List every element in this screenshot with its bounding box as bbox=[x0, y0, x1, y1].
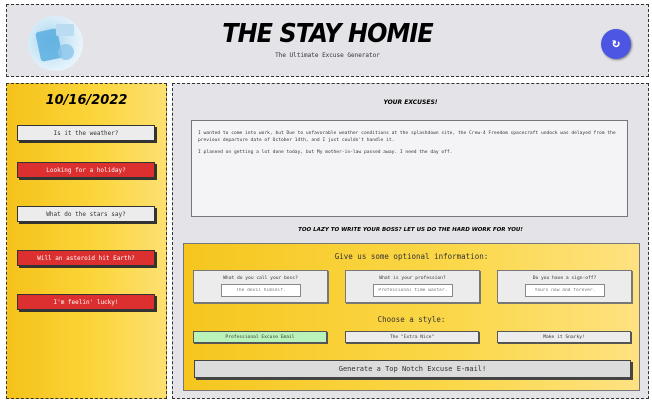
excuse-output: I wanted to come into work, but Due to u… bbox=[191, 120, 628, 217]
email-options-panel: Give us some optional information: What … bbox=[183, 243, 640, 391]
main-panel: YOUR EXCUSES! I wanted to come into work… bbox=[172, 83, 649, 399]
boss-name-input[interactable] bbox=[221, 284, 301, 297]
excuse-text: I wanted to come into work, but Due to u… bbox=[198, 131, 616, 143]
sign-off-card: Do you have a sign-off? bbox=[497, 270, 632, 303]
refresh-icon: ↻ bbox=[612, 36, 620, 51]
header: THE STAY HOMIE The Ultimate Excuse Gener… bbox=[6, 4, 649, 77]
asteroid-button[interactable]: Will an asteroid hit Earth? bbox=[17, 250, 155, 266]
feeling-lucky-button[interactable]: I'm feelin' lucky! bbox=[17, 294, 155, 310]
weather-button[interactable]: Is it the weather? bbox=[17, 125, 155, 141]
sign-off-label: Do you have a sign-off? bbox=[532, 276, 597, 281]
style-extra-nice-button[interactable]: The "Extra Nice" bbox=[345, 331, 479, 343]
profession-card: What is your profession? bbox=[345, 270, 480, 303]
sign-off-input[interactable] bbox=[525, 284, 605, 297]
app-title: THE STAY HOMIE bbox=[222, 19, 434, 49]
excuse-text: I planned on getting a lot done today, b… bbox=[198, 150, 453, 155]
holiday-button[interactable]: Looking for a holiday? bbox=[17, 162, 155, 178]
refresh-button[interactable]: ↻ bbox=[601, 29, 631, 59]
sidebar: 10/16/2022 Is it the weather? Looking fo… bbox=[6, 83, 167, 399]
optional-info-heading: Give us some optional information: bbox=[334, 252, 489, 261]
current-date: 10/16/2022 bbox=[45, 93, 128, 108]
email-section-heading: TOO LAZY TO WRITE YOUR BOSS? LET US DO T… bbox=[298, 227, 523, 233]
style-professional-button[interactable]: Professional Excuse Email bbox=[193, 331, 327, 343]
boss-name-label: What do you call your boss? bbox=[223, 276, 298, 281]
style-snarky-button[interactable]: Make it Snarky! bbox=[497, 331, 631, 343]
excuses-heading: YOUR EXCUSES! bbox=[383, 99, 438, 106]
generate-email-button[interactable]: Generate a Top Notch Excuse E-mail! bbox=[194, 360, 631, 378]
boss-name-card: What do you call your boss? bbox=[193, 270, 328, 303]
profession-input[interactable] bbox=[373, 284, 453, 297]
style-heading: Choose a style: bbox=[377, 315, 446, 324]
profession-label: What is your profession? bbox=[379, 276, 446, 281]
stars-button[interactable]: What do the stars say? bbox=[17, 206, 155, 222]
app-subtitle: The Ultimate Excuse Generator bbox=[275, 52, 380, 59]
